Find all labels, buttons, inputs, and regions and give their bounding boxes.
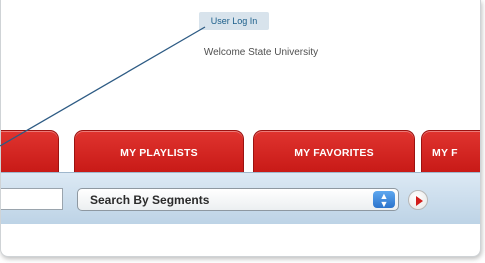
search-type-select-value: Search By Segments: [90, 193, 210, 207]
tab-my-favorites[interactable]: MY FAVORITES: [253, 130, 415, 172]
welcome-message: Welcome State University: [203, 47, 319, 58]
tab-partial-right[interactable]: MY F: [421, 130, 480, 172]
tab-partial-left[interactable]: [1, 130, 59, 172]
tab-bar: MY PLAYLISTS MY FAVORITES MY F: [1, 130, 480, 172]
search-input[interactable]: [1, 188, 63, 210]
tab-my-playlists[interactable]: MY PLAYLISTS: [74, 130, 244, 172]
up-down-arrows-icon[interactable]: ▲ ▼: [373, 191, 395, 209]
search-bar: Search By Segments ▲ ▼: [1, 172, 480, 224]
play-arrow-icon: [416, 196, 423, 206]
user-login-link[interactable]: User Log In: [199, 12, 269, 30]
ui-panel: User Log In Welcome State University MY …: [0, 0, 481, 257]
search-go-button[interactable]: [408, 190, 428, 210]
search-type-select[interactable]: Search By Segments ▲ ▼: [77, 188, 399, 211]
